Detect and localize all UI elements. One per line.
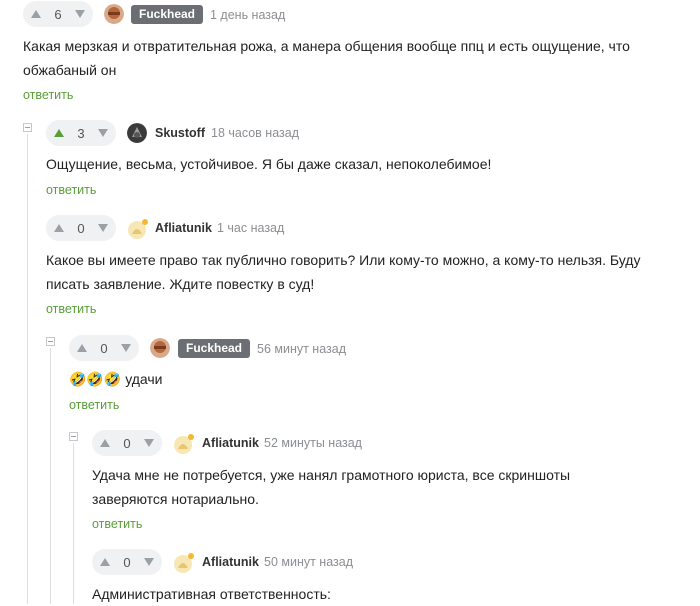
comment-text-line: Административная ответственность: <box>92 586 331 602</box>
upvote-arrow-icon[interactable] <box>99 557 111 567</box>
vote-control: 0 <box>69 335 139 361</box>
thread-line <box>50 348 51 604</box>
rating-count: 0 <box>77 220 85 236</box>
comment-text: Ощущение, весьма, устойчивое. Я бы даже … <box>46 152 686 176</box>
avatar[interactable] <box>127 123 147 143</box>
avatar[interactable] <box>104 4 124 24</box>
upvote-arrow-icon[interactable] <box>53 128 65 138</box>
reply-link[interactable]: ответить <box>92 516 142 532</box>
vote-control: 0 <box>46 215 116 241</box>
comment-timestamp: 50 минут назад <box>264 555 353 569</box>
rating-count: 0 <box>123 435 131 451</box>
downvote-arrow-icon[interactable] <box>97 223 109 233</box>
username[interactable]: Afliatunik <box>202 553 259 571</box>
comment-text: Какое вы имеете право так публично говор… <box>46 248 686 296</box>
comment-timestamp: 18 часов назад <box>211 126 299 140</box>
rating-count: 0 <box>100 340 108 356</box>
collapse-thread-button[interactable] <box>23 123 32 132</box>
comment-text-line: Ощущение, весьма, устойчивое. Я бы даже … <box>46 156 492 172</box>
comment-text-line: Какое вы имеете право так публично говор… <box>46 252 641 268</box>
comment-text: Административная ответственность: <box>92 582 682 606</box>
reply-link[interactable]: ответить <box>46 301 96 317</box>
upvote-arrow-icon[interactable] <box>53 223 65 233</box>
comment-timestamp: 1 час назад <box>217 221 285 235</box>
thread-line <box>27 134 28 604</box>
comment-text-line: обжабаный он <box>23 62 117 78</box>
vote-control: 3 <box>46 120 116 146</box>
username[interactable]: Afliatunik <box>202 434 259 452</box>
username-badge[interactable]: Fuckhead <box>131 5 204 24</box>
comment-timestamp: 56 минут назад <box>257 342 346 356</box>
downvote-arrow-icon[interactable] <box>143 557 155 567</box>
username[interactable]: Skustoff <box>155 124 205 142</box>
rating-count: 3 <box>77 125 85 141</box>
vote-control: 0 <box>92 430 162 456</box>
avatar[interactable] <box>150 338 170 358</box>
vote-control: 6 <box>23 1 93 27</box>
downvote-arrow-icon[interactable] <box>143 438 155 448</box>
collapse-thread-button[interactable] <box>46 337 55 346</box>
downvote-arrow-icon[interactable] <box>120 343 132 353</box>
thread-line <box>73 443 74 604</box>
downvote-arrow-icon[interactable] <box>74 9 86 19</box>
reply-link[interactable]: ответить <box>23 87 73 103</box>
comment-text-line: Удача мне не потребуется, уже нанял грам… <box>92 467 571 483</box>
downvote-arrow-icon[interactable] <box>97 128 109 138</box>
rating-count: 0 <box>123 554 131 570</box>
comment-timestamp: 52 минуты назад <box>264 436 362 450</box>
upvote-arrow-icon[interactable] <box>30 9 42 19</box>
collapse-thread-button[interactable] <box>69 432 78 441</box>
upvote-arrow-icon[interactable] <box>76 343 88 353</box>
comment-text-line: удачи <box>125 371 163 387</box>
avatar[interactable] <box>173 433 194 454</box>
username-badge[interactable]: Fuckhead <box>178 339 251 358</box>
comment-text-line: Какая мерзкая и отвратительная рожа, а м… <box>23 38 630 54</box>
comment-text: Какая мерзкая и отвратительная рожа, а м… <box>23 34 683 82</box>
reply-link[interactable]: ответить <box>46 182 96 198</box>
rating-count: 6 <box>54 6 62 22</box>
reply-link[interactable]: ответить <box>69 397 119 413</box>
avatar[interactable] <box>127 218 148 239</box>
laughing-emoji-icon: 🤣🤣🤣 <box>69 371 122 387</box>
comment-text-line: заверяются нотариально. <box>92 491 259 507</box>
upvote-arrow-icon[interactable] <box>99 438 111 448</box>
username[interactable]: Afliatunik <box>155 219 212 237</box>
vote-control: 0 <box>92 549 162 575</box>
comment-text: Удача мне не потребуется, уже нанял грам… <box>92 463 682 511</box>
comment-timestamp: 1 день назад <box>210 8 286 22</box>
comment-text-line: писать заявление. Ждите повестку в суд! <box>46 276 315 292</box>
avatar[interactable] <box>173 552 194 573</box>
comment-text: 🤣🤣🤣 удачи <box>69 367 669 391</box>
